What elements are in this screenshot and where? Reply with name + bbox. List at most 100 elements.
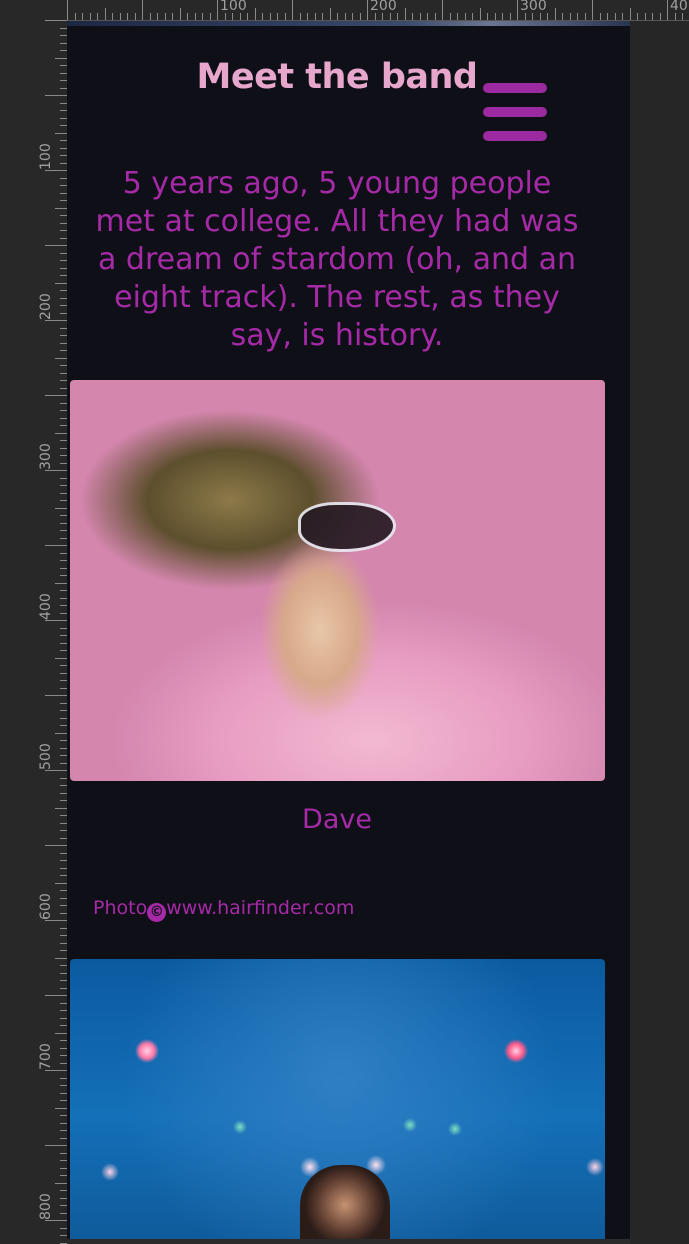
ruler-tick [397, 13, 398, 20]
page-viewport[interactable]: Meet the band 5 years ago, 5 young peopl… [67, 21, 630, 1239]
ruler-tick [435, 13, 436, 20]
performer-figure [300, 1165, 390, 1239]
ruler-tick [277, 13, 278, 20]
ruler-tick [465, 13, 466, 20]
photo-credit: Photo © www.hairfinder.com [93, 897, 354, 922]
credit-source: www.hairfinder.com [166, 897, 355, 919]
ruler-tick [60, 1160, 67, 1161]
ruler-tick [60, 575, 67, 576]
ruler-tick [67, 0, 68, 20]
ruler-tick [540, 13, 541, 20]
ruler-tick [60, 890, 67, 891]
ruler-tick [172, 13, 173, 20]
ruler-tick [60, 530, 67, 531]
ruler-tick [55, 958, 67, 959]
ruler-tick [60, 935, 67, 936]
ruler-tick [127, 13, 128, 20]
ruler-tick [60, 688, 67, 689]
ruler-tick [55, 58, 67, 59]
ruler-tick [55, 883, 67, 884]
ruler-tick [60, 1198, 67, 1199]
ruler-tick [502, 13, 503, 20]
ruler-tick [390, 13, 391, 20]
canvas-gutter [630, 21, 689, 1244]
ruler-tick [97, 13, 98, 20]
ruler-tick [60, 560, 67, 561]
ruler-tick [442, 0, 443, 20]
ruler-tick [60, 335, 67, 336]
ruler-tick [45, 470, 67, 471]
ruler-tick [382, 13, 383, 20]
ruler-tick [60, 943, 67, 944]
ruler-tick [562, 13, 563, 20]
ruler-tick [60, 868, 67, 869]
ruler-tick [60, 778, 67, 779]
ruler-tick [60, 1153, 67, 1154]
ruler-tick [45, 395, 67, 396]
ruler-tick [150, 13, 151, 20]
ruler-tick [90, 13, 91, 20]
ruler-tick [60, 253, 67, 254]
ruler-label: 100 [38, 143, 54, 170]
ruler-tick [60, 418, 67, 419]
ruler-tick [60, 1175, 67, 1176]
ruler-tick [55, 733, 67, 734]
ruler-tick [225, 13, 226, 20]
ruler-tick [247, 13, 248, 20]
ruler-tick [45, 545, 67, 546]
hamburger-menu-icon[interactable] [483, 83, 547, 141]
ruler-tick [55, 508, 67, 509]
ruler-tick [60, 665, 67, 666]
ruler-tick [60, 905, 67, 906]
member-photo-stage [70, 959, 605, 1239]
ruler-tick [60, 118, 67, 119]
ruler-tick [577, 13, 578, 20]
ruler-tick [60, 898, 67, 899]
ruler-tick [165, 13, 166, 20]
ruler-tick [60, 275, 67, 276]
ruler-tick [55, 1108, 67, 1109]
ruler-tick [60, 365, 67, 366]
ruler-tick [60, 238, 67, 239]
ruler-tick [60, 103, 67, 104]
ruler-tick [60, 800, 67, 801]
ruler-label: 40 [670, 0, 688, 14]
ruler-tick [60, 1168, 67, 1169]
ruler-tick [240, 13, 241, 20]
ruler-tick [60, 928, 67, 929]
top-image-strip [67, 21, 630, 26]
ruler-tick [682, 13, 683, 20]
ruler-tick [60, 643, 67, 644]
ruler-label: 400 [38, 593, 54, 620]
ruler-tick [60, 823, 67, 824]
ruler-label: 500 [38, 743, 54, 770]
ruler-label: 700 [38, 1043, 54, 1070]
ruler-tick [60, 875, 67, 876]
ruler-tick [60, 388, 67, 389]
ruler-tick [675, 13, 676, 20]
ruler-tick [60, 343, 67, 344]
ruler-tick [517, 0, 518, 20]
ruler-tick [45, 1220, 67, 1221]
ruler-tick [60, 493, 67, 494]
ruler-tick [60, 1115, 67, 1116]
ruler-tick [45, 920, 67, 921]
ruler-tick [60, 215, 67, 216]
ruler-tick [652, 13, 653, 20]
menu-bar [483, 131, 547, 141]
ruler-tick [60, 538, 67, 539]
ruler-tick [60, 710, 67, 711]
ruler-tick [60, 403, 67, 404]
ruler-tick [495, 13, 496, 20]
ruler-tick [60, 1085, 67, 1086]
ruler-label: 300 [520, 0, 547, 14]
ruler-tick [60, 193, 67, 194]
ruler-tick [60, 1063, 67, 1064]
ruler-tick [60, 860, 67, 861]
ruler-tick [60, 598, 67, 599]
ruler-tick [60, 703, 67, 704]
vertical-ruler-strip: 100 200 300 400 500 600 700 800 [38, 20, 67, 1244]
ruler-tick [60, 1228, 67, 1229]
ruler-tick [187, 13, 188, 20]
ruler-tick [60, 485, 67, 486]
